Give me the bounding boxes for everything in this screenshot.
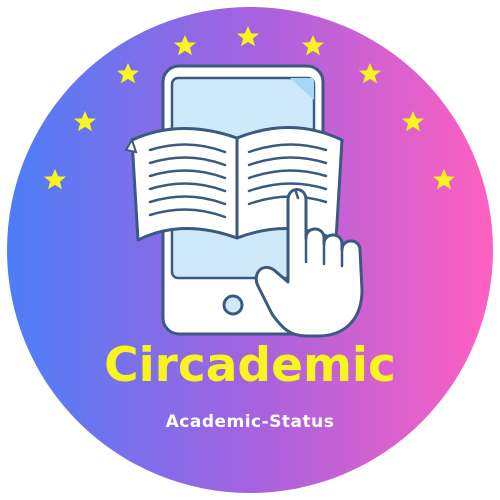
- open-book-icon: [124, 126, 344, 242]
- brand-subtitle: Academic-Status: [165, 412, 335, 432]
- logo-badge: Circademic Academic-Status: [0, 0, 500, 500]
- brand-title: Circademic: [104, 338, 396, 393]
